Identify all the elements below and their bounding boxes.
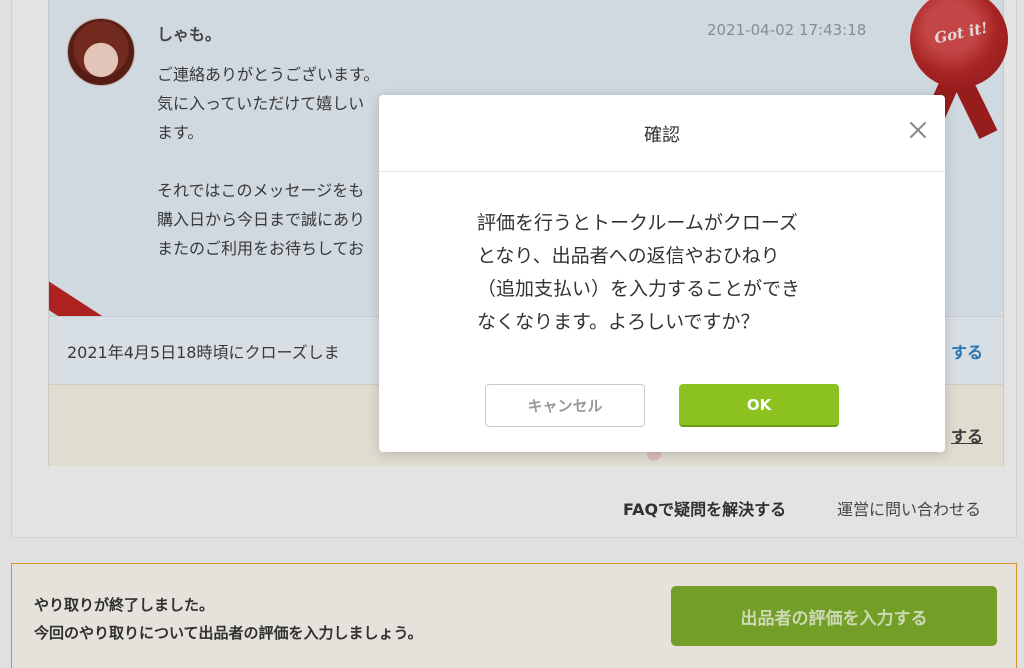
close-button[interactable] bbox=[905, 117, 931, 143]
dialog-message-line: なくなります。よろしいですか？ bbox=[477, 311, 760, 333]
dialog-header: 確認 bbox=[379, 95, 945, 172]
confirm-dialog: 確認 評価を行うとトークルームがクローズ となり、出品者への返信やおひねり （追… bbox=[379, 95, 945, 452]
dialog-message-line: （追加支払い）を入力することができ bbox=[477, 278, 801, 300]
ok-button[interactable]: OK bbox=[679, 384, 839, 427]
dialog-message: 評価を行うとトークルームがクローズ となり、出品者への返信やおひねり （追加支払… bbox=[477, 207, 857, 339]
cancel-button[interactable]: キャンセル bbox=[485, 384, 645, 427]
dialog-message-line: となり、出品者への返信やおひねり bbox=[477, 245, 780, 267]
close-icon bbox=[910, 122, 926, 138]
dialog-title: 確認 bbox=[644, 125, 680, 146]
dialog-message-line: 評価を行うとトークルームがクローズ bbox=[477, 212, 798, 234]
